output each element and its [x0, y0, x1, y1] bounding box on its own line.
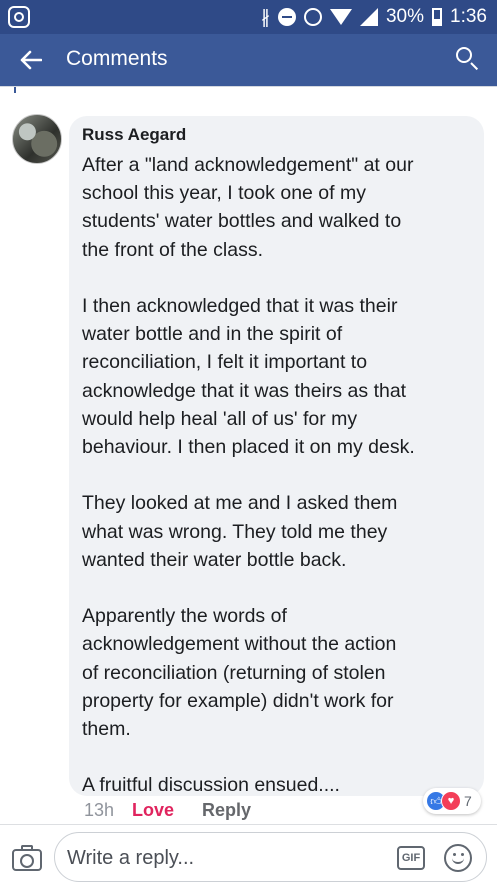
- alarm-icon: [303, 8, 322, 26]
- comment-line: would help heal 'all of us' for my: [82, 407, 358, 430]
- battery-icon: [432, 8, 443, 26]
- comment-line: the front of the class.: [82, 238, 264, 261]
- love-button[interactable]: Love: [132, 800, 202, 821]
- comment-line: water bottle and in the spirit of: [82, 323, 343, 346]
- comment-author[interactable]: Russ Aegard: [82, 125, 186, 145]
- search-button[interactable]: [453, 44, 483, 74]
- comment-line: of reconciliation (returning of stolen: [82, 661, 386, 684]
- header-divider: [0, 86, 497, 87]
- comment-line: I then acknowledged that it was their: [82, 295, 398, 317]
- app-header: Comments: [0, 34, 497, 86]
- avatar[interactable]: [12, 114, 62, 164]
- comment-line: property for example) didn't work for: [82, 689, 394, 712]
- comment-line: school this year, I took one of my: [82, 182, 366, 205]
- comment-line: behaviour. I then placed it on my desk.: [82, 436, 415, 459]
- battery-percent: 30%: [385, 6, 425, 27]
- comment-line: them.: [82, 718, 131, 741]
- camera-icon[interactable]: [12, 845, 42, 871]
- reply-composer: GIF: [54, 832, 487, 882]
- page-title: Comments: [66, 47, 168, 70]
- status-icons: ∦ 30% 1:36: [261, 5, 487, 29]
- heart-icon: ♥: [441, 791, 461, 811]
- bluetooth-icon: ∦: [260, 6, 270, 27]
- comment-line: Apparently the words of: [82, 605, 287, 628]
- arrow-left-icon: [20, 50, 42, 70]
- smiley-icon[interactable]: [444, 844, 472, 872]
- comment-line: acknowledgement without the action: [82, 633, 397, 656]
- comment-timestamp[interactable]: 13h: [84, 800, 132, 821]
- signal-icon: [359, 8, 378, 26]
- comment-actions: 13h Love Reply: [84, 798, 251, 822]
- comment-line: what was wrong. They told me they: [82, 520, 388, 543]
- gif-button[interactable]: GIF: [397, 846, 425, 870]
- back-arrow-icon[interactable]: [14, 43, 48, 77]
- comment-bubble: Russ Aegard After a "land acknowledgemen…: [69, 116, 484, 796]
- comment-line: acknowledge that it was theirs as that: [82, 379, 407, 402]
- reaction-count: 7: [464, 793, 472, 809]
- reaction-summary[interactable]: 👍︎ ♥ 7: [423, 788, 481, 814]
- search-icon: [456, 47, 472, 63]
- comment-line: They looked at me and I asked them: [82, 492, 398, 515]
- comment-body: After a "land acknowledgement" at our sc…: [82, 151, 477, 800]
- instagram-icon: [8, 6, 30, 28]
- wifi-icon: [329, 9, 352, 25]
- comment-line: reconciliation, I felt it important to: [82, 351, 368, 374]
- do-not-disturb-icon: [277, 8, 296, 26]
- reply-button[interactable]: Reply: [202, 800, 251, 821]
- thread-indicator: [14, 87, 16, 93]
- status-bar: ∦ 30% 1:36: [0, 0, 497, 34]
- comment-line: A fruitful discussion ensued....: [82, 774, 340, 797]
- reply-input[interactable]: [67, 843, 367, 873]
- comment-line: wanted their water bottle back.: [82, 548, 347, 571]
- composer-divider: [0, 824, 497, 825]
- clock: 1:36: [450, 6, 487, 27]
- comment-line: After a "land acknowledgement" at our: [82, 154, 414, 176]
- comment-line: students' water bottles and walked to: [82, 210, 402, 233]
